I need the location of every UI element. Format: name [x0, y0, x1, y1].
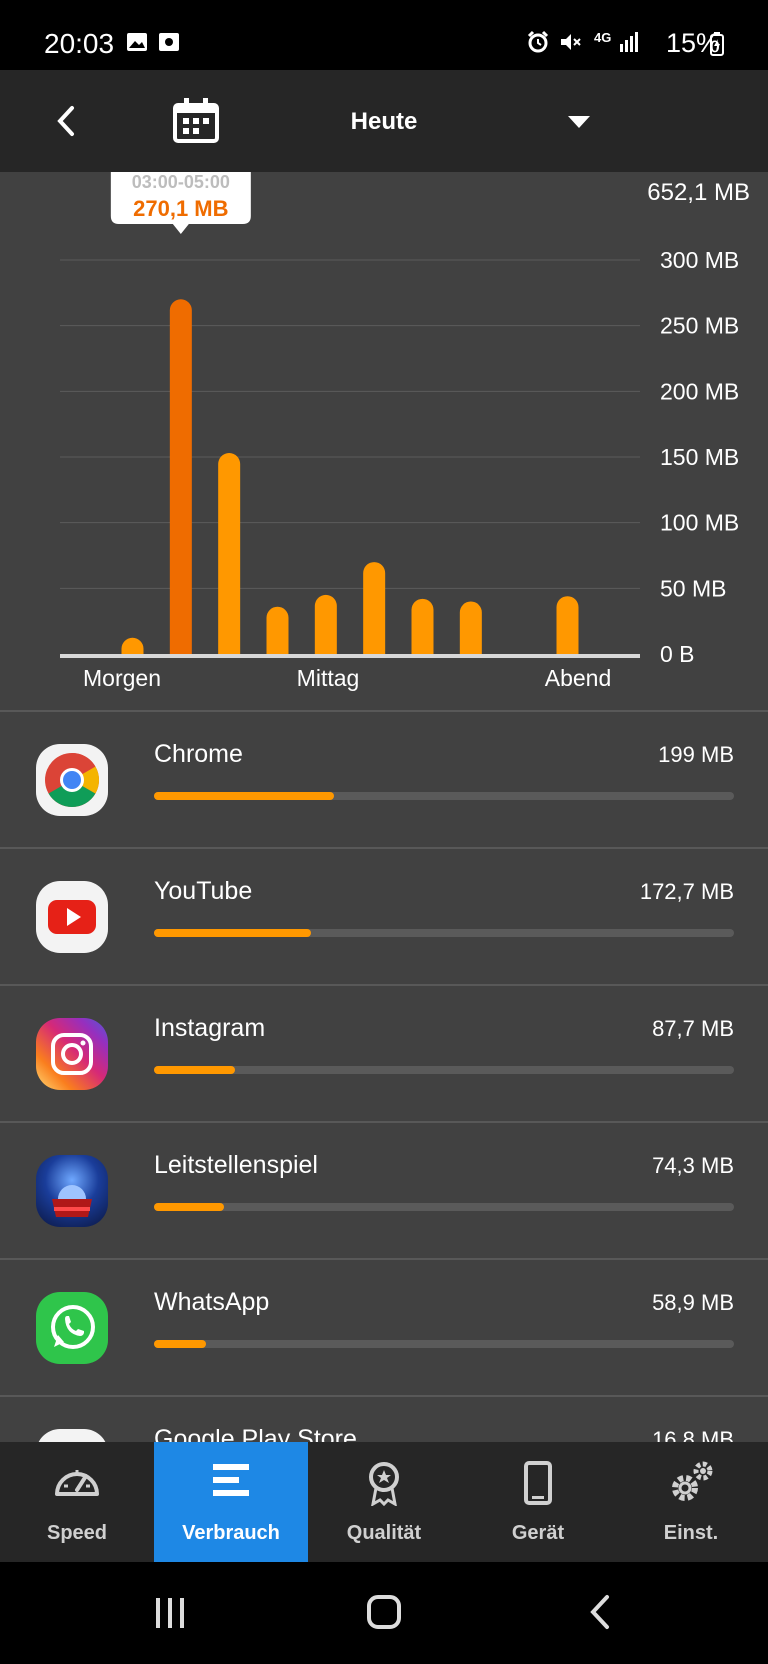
nav-label: Verbrauch	[182, 1522, 280, 1544]
nav-quality[interactable]: Qualität	[307, 1442, 461, 1562]
usage-list-icon	[213, 1464, 249, 1496]
app-row-whatsapp[interactable]: WhatsApp 58,9 MB	[0, 1260, 768, 1395]
nav-device[interactable]: Gerät	[461, 1442, 615, 1562]
app-usage: 199 MB	[658, 742, 734, 767]
siren-icon	[36, 1155, 108, 1227]
system-navigation	[0, 1562, 768, 1664]
mute-icon	[561, 34, 581, 50]
app-row-youtube[interactable]: YouTube 172,7 MB	[0, 849, 768, 984]
chart-bar	[459, 601, 482, 654]
x-axis-label: Abend	[545, 665, 612, 691]
chart-bar	[121, 637, 144, 654]
app-usage: 172,7 MB	[639, 879, 734, 904]
usage-bar	[154, 1340, 734, 1348]
app-name: Chrome	[154, 740, 243, 768]
y-tick-label: 200 MB	[660, 378, 739, 404]
network-type: 4G	[594, 30, 612, 45]
chart-bar	[411, 598, 434, 654]
app-name: Instagram	[154, 1014, 266, 1042]
usage-chart: 652,1 MB 300 MB 250 MB 200 MB 150 MB 100 MB 50…	[0, 172, 768, 712]
usage-bar-chart: 652,1 MB 300 MB 250 MB 200 MB 150 MB 100 MB 50…	[60, 172, 750, 691]
usage-bar-fill	[154, 1340, 207, 1348]
y-tick-label: 50 MB	[660, 575, 726, 601]
alarm-icon	[527, 30, 549, 53]
app-row-instagram[interactable]: Instagram 87,7 MB	[0, 986, 768, 1121]
chart-bar	[266, 606, 289, 654]
bottom-navigation: Speed Verbrauch Qualität Gerät Einst.	[0, 1442, 768, 1562]
y-tick-label: 0 B	[660, 641, 695, 667]
header: Heute	[0, 70, 768, 172]
app-row-chrome[interactable]: Chrome 199 MB	[0, 712, 768, 847]
app-usage: 87,7 MB	[652, 1016, 734, 1041]
usage-bar-fill	[154, 929, 311, 937]
app-usage: 74,3 MB	[652, 1153, 734, 1178]
app-row-leitstellenspiel[interactable]: Leitstellenspiel 74,3 MB	[0, 1123, 768, 1258]
usage-bar	[154, 792, 734, 800]
usage-bar	[154, 929, 734, 937]
x-axis-label: Morgen	[83, 665, 161, 691]
phone-icon	[524, 1461, 552, 1505]
usage-bar-fill	[154, 792, 334, 800]
chart-bar	[556, 596, 579, 654]
app-name: WhatsApp	[154, 1288, 270, 1316]
app-name: YouTube	[154, 877, 253, 905]
nav-label: Einst.	[663, 1522, 719, 1544]
usage-bar-fill	[154, 1203, 224, 1211]
youtube-icon	[36, 881, 108, 953]
y-tick-label: 250 MB	[660, 313, 739, 339]
award-icon	[369, 1462, 399, 1506]
tooltip-time-range: 03:00-05:00	[132, 172, 230, 192]
y-tick-label: 100 MB	[660, 510, 739, 536]
chart-bar	[169, 299, 192, 654]
battery-icon	[710, 32, 724, 56]
nav-label: Qualität	[346, 1522, 422, 1544]
nav-label: Speed	[46, 1522, 108, 1544]
usage-bar-fill	[154, 1066, 236, 1074]
signal-icon	[620, 32, 638, 52]
nav-speed[interactable]: Speed	[0, 1442, 154, 1562]
usage-bar	[154, 1066, 734, 1074]
x-axis-label: Mittag	[297, 665, 360, 691]
chrome-icon	[36, 744, 108, 816]
period-title[interactable]: Heute	[0, 108, 768, 136]
dropdown-arrow-icon[interactable]	[568, 116, 590, 128]
instagram-icon	[36, 1018, 108, 1090]
speedometer-icon	[55, 1470, 99, 1496]
app-usage: 58,9 MB	[652, 1290, 734, 1315]
home-icon[interactable]	[366, 1594, 402, 1630]
chart-bar	[363, 562, 386, 654]
chart-bar	[314, 594, 337, 654]
back-icon[interactable]	[588, 1594, 612, 1630]
y-tick-label: 150 MB	[660, 444, 739, 470]
gears-icon	[672, 1461, 713, 1501]
usage-bar	[154, 1203, 734, 1211]
whatsapp-icon	[36, 1292, 108, 1364]
tooltip-value: 270,1 MB	[133, 196, 228, 221]
gallery-icon	[127, 33, 147, 51]
nav-usage[interactable]: Verbrauch	[154, 1442, 308, 1562]
total-usage-label: 652,1 MB	[647, 179, 750, 206]
y-tick-label: 300 MB	[660, 247, 739, 273]
screen-record-icon	[159, 33, 179, 51]
nav-settings[interactable]: Einst.	[614, 1442, 768, 1562]
clock: 20:03	[44, 28, 115, 59]
app-name: Leitstellenspiel	[154, 1151, 318, 1179]
chart-bar	[218, 453, 241, 654]
nav-label: Gerät	[511, 1522, 565, 1544]
recents-icon[interactable]	[152, 1596, 188, 1630]
status-bar: 20:03 4G 15%	[0, 0, 768, 70]
